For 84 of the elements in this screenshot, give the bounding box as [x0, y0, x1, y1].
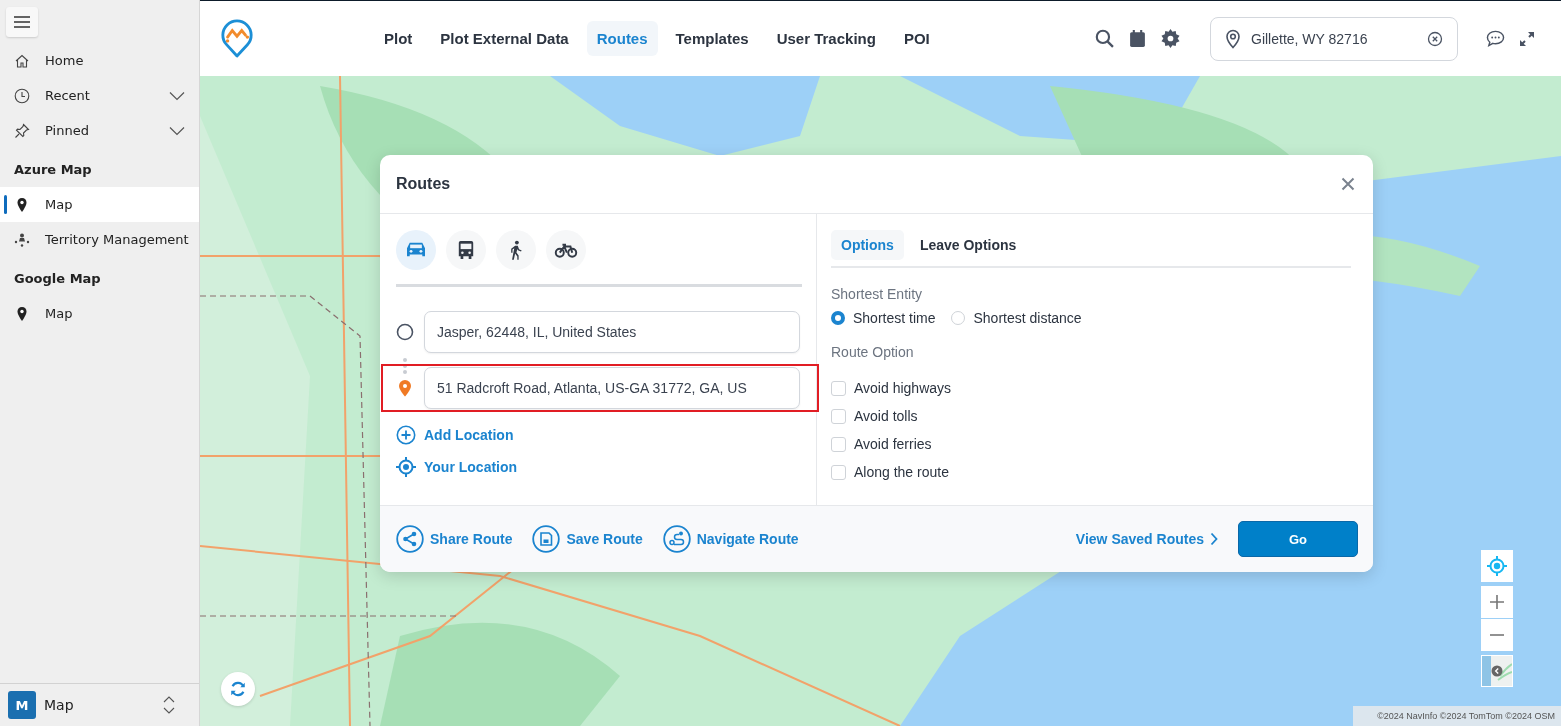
crosshair-icon — [396, 457, 416, 477]
crosshair-icon — [1487, 556, 1507, 576]
chevron-right-icon — [1210, 532, 1218, 546]
view-saved-routes-link[interactable]: View Saved Routes — [1075, 531, 1218, 547]
dialog-title: Routes — [396, 175, 451, 193]
sidebar-item[interactable]: Recent — [0, 78, 199, 113]
search-icon[interactable] — [1095, 29, 1114, 48]
drag-handle-icon[interactable] — [402, 357, 408, 375]
location-link[interactable]: Your Location — [396, 451, 518, 483]
zoom-in-button[interactable] — [1481, 586, 1513, 618]
map-style-button[interactable] — [1481, 655, 1513, 687]
sidebar-item[interactable]: Pinned — [0, 113, 199, 148]
bicycle-icon — [554, 242, 578, 258]
add-icon — [396, 425, 416, 445]
group-label: Route Option — [831, 344, 915, 360]
section-heading: Google Map — [13, 270, 102, 288]
location-input[interactable]: Jasper, 62448, IL, United States — [424, 311, 800, 353]
sidebar-item[interactable]: Home — [0, 43, 199, 78]
refresh-icon — [229, 680, 247, 698]
travel-mode-button[interactable] — [546, 230, 586, 270]
expand-icon[interactable] — [1519, 30, 1535, 47]
workspace-name: Map — [44, 697, 74, 713]
origin-circle-icon — [396, 323, 414, 341]
settings-icon[interactable] — [1161, 29, 1180, 48]
pin-icon — [14, 122, 30, 139]
location-pin-icon — [1225, 28, 1241, 49]
sidebar-item[interactable]: Map — [0, 296, 199, 331]
nav-tab[interactable]: Routes — [586, 21, 658, 56]
close-icon[interactable] — [1341, 177, 1355, 191]
radio-button[interactable] — [831, 311, 845, 325]
nav-tab[interactable]: Templates — [665, 21, 759, 56]
location-link[interactable]: Add Location — [396, 419, 514, 451]
radio-label: Shortest time — [853, 310, 936, 326]
route-action-link[interactable]: Navigate Route — [662, 525, 799, 553]
nav-tab[interactable]: User Tracking — [766, 21, 886, 56]
options-tab[interactable]: Options — [831, 230, 904, 260]
travel-mode-button[interactable] — [446, 230, 486, 270]
checkbox[interactable] — [831, 464, 846, 480]
plus-icon — [1490, 595, 1504, 609]
bus-icon — [457, 240, 475, 260]
clock-icon — [14, 87, 30, 104]
up-down-icon[interactable] — [163, 696, 175, 714]
checkbox-label: Avoid ferries — [854, 436, 932, 452]
zoom-out-button[interactable] — [1481, 619, 1513, 651]
network-icon — [14, 231, 30, 248]
walking-person-icon — [509, 240, 523, 260]
chevron-icon — [169, 90, 185, 101]
share-icon — [396, 525, 424, 553]
clear-icon[interactable] — [1427, 30, 1443, 47]
map-thumbnail-icon — [1482, 656, 1512, 686]
route-action-link[interactable]: Save Route — [532, 525, 643, 553]
home-icon — [14, 52, 30, 69]
radio-label: Shortest distance — [973, 310, 1082, 326]
save-icon — [532, 525, 561, 553]
menu-button[interactable] — [6, 7, 38, 37]
workspace-badge: M — [8, 691, 36, 719]
destination-pin-icon — [396, 379, 414, 397]
go-button[interactable]: Go — [1238, 521, 1358, 557]
map-attribution: ©2024 NavInfo ©2024 TomTom ©2024 OSM — [1353, 706, 1561, 726]
group-label: Shortest Entity — [831, 286, 924, 302]
checkbox-label: Along the route — [854, 464, 949, 480]
checkbox[interactable] — [831, 436, 846, 452]
section-heading: Azure Map — [13, 161, 93, 179]
car-icon — [405, 241, 427, 259]
nav-tab[interactable]: Plot External Data — [430, 21, 579, 56]
checkbox[interactable] — [831, 380, 846, 396]
chevron-icon — [169, 125, 185, 136]
checkbox-label: Avoid highways — [854, 380, 952, 396]
route-action-link[interactable]: Share Route — [396, 525, 513, 553]
nav-tab[interactable]: POI — [893, 21, 940, 56]
nav-tab[interactable]: Plot — [374, 21, 423, 56]
logo-icon — [220, 17, 254, 60]
chat-icon[interactable] — [1486, 29, 1505, 48]
sidebar-item[interactable]: Map — [0, 187, 199, 222]
checkbox[interactable] — [831, 408, 846, 424]
options-tab[interactable]: Leave Options — [909, 230, 1027, 260]
menu-icon — [14, 16, 30, 28]
calendar-icon[interactable] — [1128, 29, 1147, 48]
travel-mode-button[interactable] — [496, 230, 536, 270]
sidebar-item[interactable]: Territory Management — [0, 222, 199, 257]
location-input[interactable]: 51 Radcroft Road, Atlanta, US-GA 31772, GA, US — [424, 367, 800, 409]
route-icon — [662, 525, 691, 553]
checkbox-label: Avoid tolls — [854, 408, 918, 424]
location-search-field[interactable]: Gillette, WY 82716 — [1210, 16, 1458, 61]
